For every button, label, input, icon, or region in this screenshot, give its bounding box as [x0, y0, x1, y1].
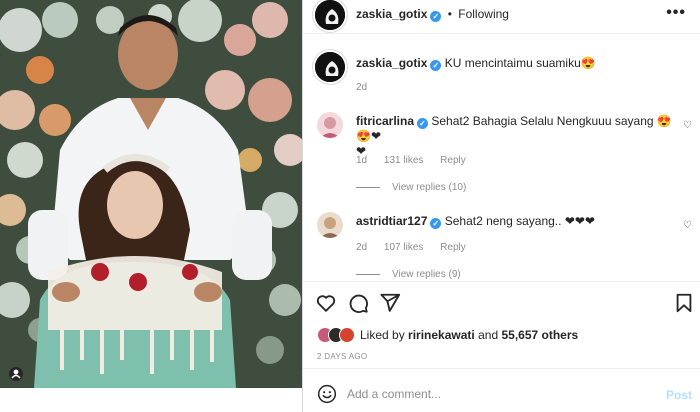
save-bookmark-icon[interactable]: [673, 292, 695, 314]
caption-author-avatar[interactable]: [313, 50, 347, 84]
add-comment-input[interactable]: [347, 384, 647, 404]
separator-dot: •: [447, 7, 452, 21]
comment-body: fitricarlina ✓ Sehat2 Bahagia Selalu Neng…: [356, 114, 676, 159]
like-comment-heart-icon[interactable]: ♡: [683, 120, 692, 131]
verified-badge-icon: ✓: [430, 11, 442, 22]
comment-text: Sehat2 neng sayang.. ❤❤❤: [444, 214, 595, 228]
caption-timestamp[interactable]: 2d: [356, 82, 367, 93]
like-comment-heart-icon[interactable]: ♡: [683, 220, 692, 231]
liked-by-and: and: [478, 328, 499, 342]
author-username[interactable]: zaskia_gotix: [356, 7, 427, 21]
caption-text: KU mencintaimu suamiku😍: [444, 56, 596, 70]
commenter-avatar[interactable]: [317, 112, 343, 138]
replies-line: [356, 187, 380, 188]
verified-badge-icon: ✓: [417, 118, 429, 129]
commenter-username[interactable]: fitricarlina: [356, 114, 414, 128]
emoji-smiley-icon[interactable]: [317, 384, 337, 404]
view-replies-label: View replies (10): [392, 182, 467, 193]
comment-bubble-icon[interactable]: [347, 292, 369, 314]
post-header: zaskia_gotix ✓ • Following •••: [303, 0, 700, 34]
couple-photo-image: [0, 0, 302, 388]
replies-line: [356, 274, 380, 275]
view-replies-button[interactable]: View replies (10): [356, 182, 466, 193]
post-comment-button[interactable]: Post: [666, 388, 692, 402]
post-photo[interactable]: [0, 0, 302, 388]
photo-bottom-strip: [0, 388, 302, 412]
caption-username[interactable]: zaskia_gotix: [356, 56, 427, 70]
likes-count[interactable]: 55,657 others: [501, 328, 578, 342]
comment-body: astridtiar127 ✓ Sehat2 neng sayang.. ❤❤❤: [356, 214, 676, 229]
composer-divider: [303, 368, 700, 369]
commenter-avatar[interactable]: [317, 212, 343, 238]
following-button[interactable]: Following: [458, 7, 509, 21]
commenter-username[interactable]: astridtiar127: [356, 214, 427, 228]
liked-by-row: Liked by ririnekawati and 55,657 others: [317, 326, 578, 344]
comment-likes[interactable]: 131 likes: [384, 155, 423, 166]
share-paper-plane-icon[interactable]: [379, 292, 401, 314]
comment-likes[interactable]: 107 likes: [384, 242, 423, 253]
view-replies-button[interactable]: View replies (9): [356, 269, 461, 280]
reply-button[interactable]: Reply: [440, 155, 466, 166]
verified-badge-icon: ✓: [430, 218, 442, 229]
liked-by-prefix: Liked by: [360, 328, 405, 342]
liked-by-text: Liked by ririnekawati and 55,657 others: [360, 328, 578, 342]
comment-meta: 2d 107 likes Reply: [356, 242, 480, 253]
verified-badge-icon: ✓: [430, 60, 442, 71]
like-heart-icon[interactable]: [315, 292, 337, 314]
more-options-icon[interactable]: •••: [666, 4, 686, 22]
author-avatar[interactable]: [313, 0, 347, 32]
comment-time[interactable]: 1d: [356, 155, 367, 166]
comment-meta: 1d 131 likes Reply: [356, 155, 480, 166]
actions-divider: [303, 281, 700, 282]
liked-by-username[interactable]: ririnekawati: [408, 328, 475, 342]
reply-button[interactable]: Reply: [440, 242, 466, 253]
liker-avatar[interactable]: [339, 327, 355, 343]
author-line: zaskia_gotix ✓ • Following: [356, 7, 509, 22]
post-caption: zaskia_gotix ✓ KU mencintaimu suamiku😍: [356, 55, 686, 71]
comment-time[interactable]: 2d: [356, 242, 367, 253]
view-replies-label: View replies (9): [392, 269, 461, 280]
post-date[interactable]: 2 DAYS AGO: [317, 352, 367, 361]
post-details-pane: zaskia_gotix ✓ • Following ••• zaskia_got…: [303, 0, 700, 412]
